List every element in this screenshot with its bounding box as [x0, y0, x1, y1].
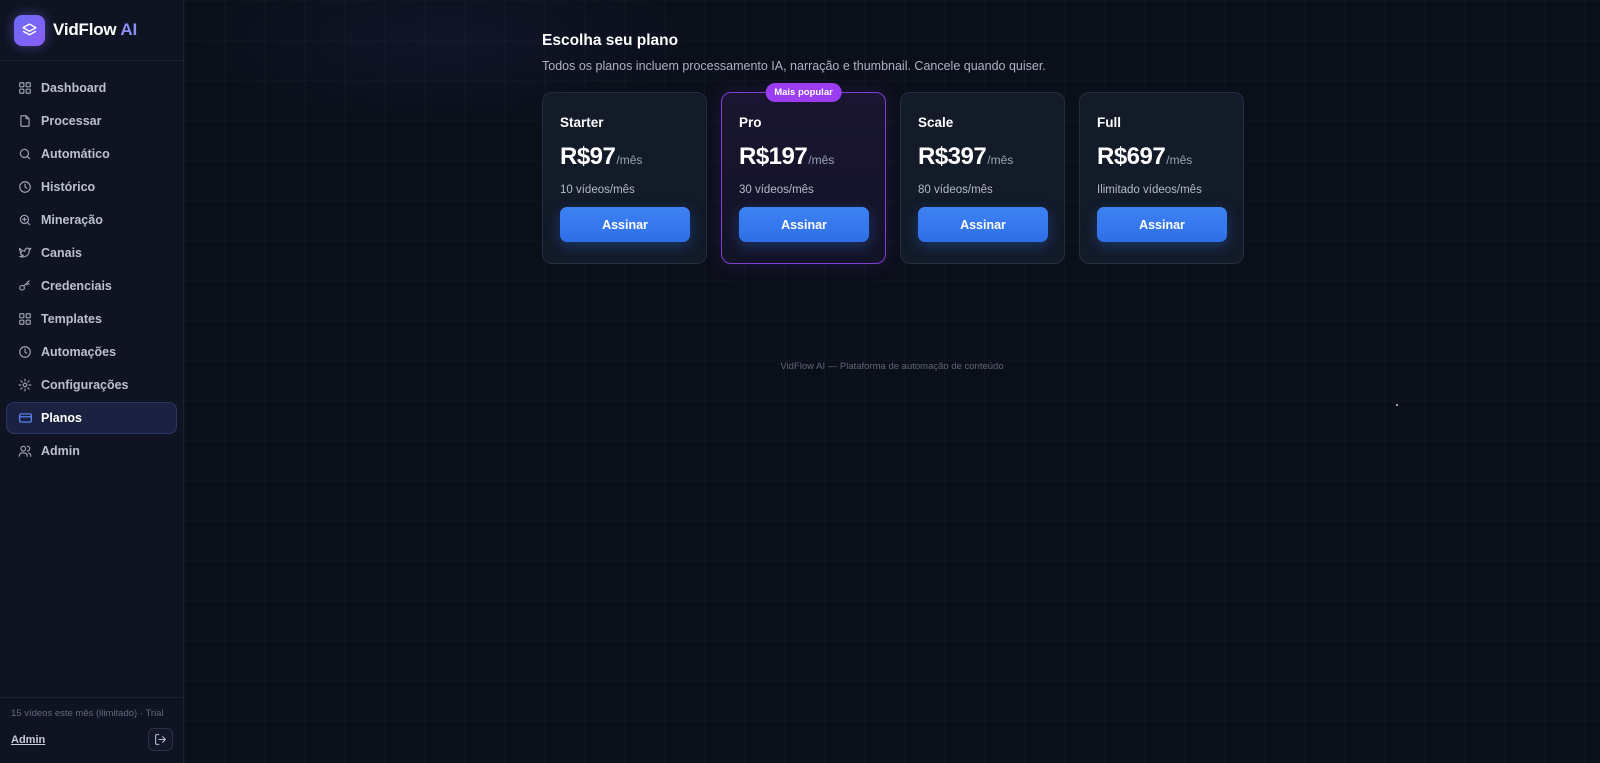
sidebar-item-label: Configurações: [41, 378, 129, 392]
zoom-icon: [17, 212, 33, 228]
subscribe-button-pro[interactable]: Assinar: [739, 207, 869, 242]
sidebar-item-automacoes[interactable]: Automações: [6, 336, 177, 368]
price-amount: R$697: [1097, 143, 1166, 170]
credit-card-icon: [17, 410, 33, 426]
price-period: /mês: [1166, 153, 1193, 167]
user-row: Admin: [11, 728, 173, 751]
price-period: /mês: [987, 153, 1014, 167]
grid-icon: [17, 311, 33, 327]
price-amount: R$197: [739, 143, 808, 170]
plan-quota: 10 vídeos/mês: [560, 184, 635, 196]
cursor-dot: [1396, 404, 1398, 406]
plan-card-pro: Mais popular Pro R$197 /mês 30 vídeos/mê…: [721, 83, 886, 264]
price-period: /mês: [616, 153, 643, 167]
sidebar-item-canais[interactable]: Canais: [6, 237, 177, 269]
sidebar-item-configuracoes[interactable]: Configurações: [6, 369, 177, 401]
plan-name: Scale: [918, 115, 954, 130]
plan-quota: Ilimitado vídeos/mês: [1097, 184, 1202, 196]
key-icon: [17, 278, 33, 294]
sidebar-item-label: Planos: [41, 411, 82, 425]
sidebar-item-templates[interactable]: Templates: [6, 303, 177, 335]
price-period: /mês: [808, 153, 835, 167]
sidebar-item-automatico[interactable]: Automático: [6, 138, 177, 170]
sidebar-item-credenciais[interactable]: Credenciais: [6, 270, 177, 302]
plan-price: R$397 /mês: [918, 143, 1047, 171]
brand-name: VidFlow AI: [53, 20, 137, 39]
sidebar-item-processar[interactable]: Processar: [6, 105, 177, 137]
main-content: Escolha seu plano Todos os planos inclue…: [184, 0, 1600, 763]
grid-icon: [17, 80, 33, 96]
app: VidFlow AI Dashboard Processar Automátic…: [0, 0, 1600, 763]
plan-name: Full: [1097, 115, 1121, 130]
page-title: Escolha seu plano: [542, 32, 679, 49]
plan-price: R$97 /mês: [560, 143, 689, 171]
usage-text: 15 vídeos este mês (ilimitado) · Trial: [11, 708, 164, 719]
sidebar-item-label: Automações: [41, 345, 117, 359]
logout-button[interactable]: [148, 728, 173, 751]
plan-name: Pro: [739, 115, 762, 130]
sidebar-item-dashboard[interactable]: Dashboard: [6, 72, 177, 104]
sidebar-nav: Dashboard Processar Automático Histórico…: [0, 61, 183, 467]
sidebar-item-label: Histórico: [41, 180, 96, 194]
sidebar-item-label: Dashboard: [41, 81, 107, 95]
sidebar-item-label: Credenciais: [41, 279, 112, 293]
sidebar-item-historico[interactable]: Histórico: [6, 171, 177, 203]
plan-price: R$697 /mês: [1097, 143, 1226, 171]
search-icon: [17, 146, 33, 162]
gear-icon: [17, 377, 33, 393]
file-icon: [17, 113, 33, 129]
plan-card-full: Full R$697 /mês Ilimitado vídeos/mês Ass…: [1079, 92, 1244, 264]
sidebar-item-label: Processar: [41, 114, 102, 128]
clock-icon: [17, 179, 33, 195]
price-amount: R$97: [560, 143, 616, 170]
sidebar-item-mineracao[interactable]: Mineração: [6, 204, 177, 236]
sidebar-item-label: Automático: [41, 147, 110, 161]
subscribe-button-starter[interactable]: Assinar: [560, 207, 690, 242]
sidebar-item-planos[interactable]: Planos: [6, 402, 177, 434]
twitter-icon: [17, 245, 33, 261]
plan-quota: 80 vídeos/mês: [918, 184, 993, 196]
plan-name: Starter: [560, 115, 604, 130]
logout-icon: [154, 733, 167, 746]
subscribe-button-full[interactable]: Assinar: [1097, 207, 1227, 242]
sidebar-item-label: Templates: [41, 312, 102, 326]
page-footer: VidFlow AI — Plataforma de automação de …: [780, 361, 1004, 372]
sidebar-item-admin[interactable]: Admin: [6, 435, 177, 467]
plan-quota: 30 vídeos/mês: [739, 184, 814, 196]
plan-card-scale: Scale R$397 /mês 80 vídeos/mês Assinar: [900, 92, 1065, 264]
brand[interactable]: VidFlow AI: [0, 0, 183, 61]
popular-badge: Mais popular: [765, 83, 842, 102]
clock-icon: [17, 344, 33, 360]
user-link[interactable]: Admin: [11, 734, 45, 746]
page-subtitle: Todos os planos incluem processamento IA…: [542, 59, 1046, 73]
sidebar: VidFlow AI Dashboard Processar Automátic…: [0, 0, 184, 763]
price-amount: R$397: [918, 143, 987, 170]
layers-icon: [14, 14, 45, 46]
plan-price: R$197 /mês: [739, 143, 868, 171]
users-icon: [17, 443, 33, 459]
sidebar-item-label: Canais: [41, 246, 82, 260]
plans-section: Escolha seu plano Todos os planos inclue…: [542, 32, 1244, 264]
sidebar-item-label: Admin: [41, 444, 80, 458]
sidebar-footer: 15 vídeos este mês (ilimitado) · Trial A…: [0, 697, 183, 763]
sidebar-item-label: Mineração: [41, 213, 103, 227]
plan-card-starter: Starter R$97 /mês 10 vídeos/mês Assinar: [542, 92, 707, 264]
plan-list: Starter R$97 /mês 10 vídeos/mês Assinar …: [542, 83, 1244, 264]
subscribe-button-scale[interactable]: Assinar: [918, 207, 1048, 242]
